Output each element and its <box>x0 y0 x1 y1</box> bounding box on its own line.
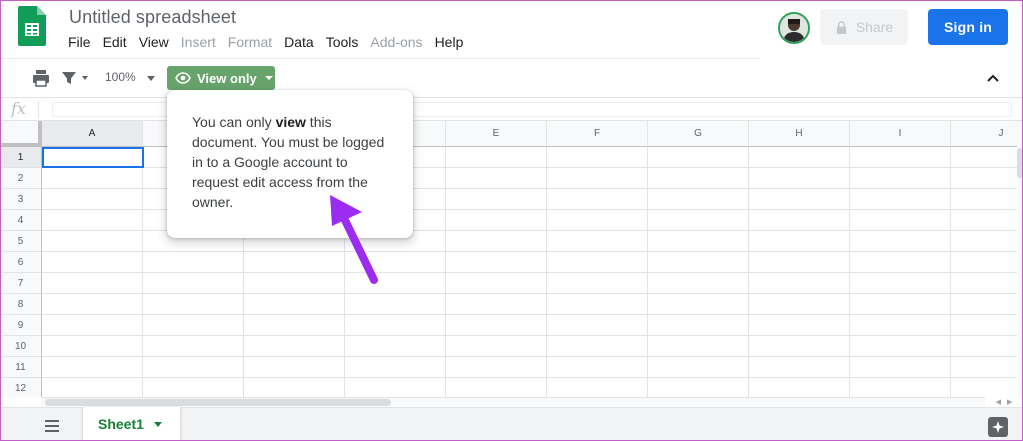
view-only-label: View only <box>197 70 257 86</box>
row-header-4[interactable]: 4 <box>0 210 42 231</box>
zoom-select[interactable]: 100% <box>105 70 136 84</box>
row-header-12[interactable]: 12 <box>0 378 42 397</box>
column-header-j[interactable]: J <box>951 121 1017 147</box>
sheet-tab-label: Sheet1 <box>98 416 144 432</box>
share-label: Share <box>855 19 894 35</box>
row-header-3[interactable]: 3 <box>0 189 42 210</box>
sparkle-icon <box>992 421 1004 433</box>
menu-data[interactable]: Data <box>278 32 320 52</box>
filter-dropdown-caret[interactable] <box>82 76 88 80</box>
menu-insert[interactable]: Insert <box>175 32 222 52</box>
vertical-scrollbar-thumb[interactable] <box>1017 148 1023 178</box>
row-header-9[interactable]: 9 <box>0 315 42 336</box>
row-header-1[interactable]: 1 <box>0 147 42 168</box>
toolbar-divider <box>0 58 760 59</box>
row-header-11[interactable]: 11 <box>0 357 42 378</box>
row-header-2[interactable]: 2 <box>0 168 42 189</box>
formula-bar-divider <box>38 101 39 118</box>
annotation-arrow-icon <box>330 195 378 284</box>
horizontal-scrollbar-thumb[interactable] <box>45 399 391 406</box>
menu-bar: File Edit View Insert Format Data Tools … <box>62 32 469 52</box>
chevron-down-icon <box>264 76 273 80</box>
tooltip-text-part: You can only <box>192 114 276 130</box>
share-button[interactable]: Share <box>820 9 908 45</box>
lock-icon <box>836 20 846 34</box>
menu-format[interactable]: Format <box>222 32 278 52</box>
row-header-7[interactable]: 7 <box>0 273 42 294</box>
column-header-a[interactable]: A <box>42 121 143 147</box>
chevron-up-icon[interactable] <box>985 70 1001 86</box>
menu-help[interactable]: Help <box>429 32 470 52</box>
spreadsheet-grid: A B C D E F G H I J 1 2 3 4 5 6 7 8 9 10… <box>0 121 1017 397</box>
row-header-8[interactable]: 8 <box>0 294 42 315</box>
column-header-g[interactable]: G <box>648 121 749 147</box>
menu-file[interactable]: File <box>62 32 97 52</box>
document-title[interactable]: Untitled spreadsheet <box>69 7 236 28</box>
sheet-tab-sheet1[interactable]: Sheet1 <box>83 407 180 441</box>
column-header-h[interactable]: H <box>749 121 850 147</box>
selected-cell-a1[interactable] <box>42 147 144 168</box>
sign-in-button[interactable]: Sign in <box>928 9 1008 45</box>
print-icon[interactable] <box>31 68 51 88</box>
select-all-corner[interactable] <box>0 121 42 147</box>
scroll-arrows[interactable]: ◀ ▶ <box>985 397 1023 407</box>
eye-icon <box>175 72 191 84</box>
column-header-f[interactable]: F <box>547 121 648 147</box>
row-header-5[interactable]: 5 <box>0 231 42 252</box>
menu-view[interactable]: View <box>133 32 175 52</box>
menu-add-ons[interactable]: Add-ons <box>364 32 428 52</box>
menu-tools[interactable]: Tools <box>320 32 365 52</box>
tooltip-bold-text: view <box>275 114 306 130</box>
column-header-e[interactable]: E <box>446 121 547 147</box>
row-header-6[interactable]: 6 <box>0 252 42 273</box>
avatar[interactable] <box>778 12 810 44</box>
scroll-right-icon[interactable]: ▶ <box>1007 398 1012 406</box>
row-headers: 1 2 3 4 5 6 7 8 9 10 11 12 <box>0 147 42 397</box>
zoom-dropdown-caret[interactable] <box>147 76 155 81</box>
chevron-down-icon[interactable] <box>153 421 162 427</box>
google-sheets-icon[interactable] <box>18 6 46 46</box>
row-header-10[interactable]: 10 <box>0 336 42 357</box>
view-only-button[interactable]: View only <box>167 66 275 90</box>
explore-button[interactable] <box>988 417 1008 437</box>
menu-edit[interactable]: Edit <box>97 32 133 52</box>
column-header-i[interactable]: I <box>850 121 951 147</box>
filter-icon[interactable] <box>60 69 78 87</box>
fx-icon: fx <box>11 99 26 118</box>
scroll-left-icon[interactable]: ◀ <box>996 398 1001 406</box>
all-sheets-menu-icon[interactable] <box>45 420 59 432</box>
